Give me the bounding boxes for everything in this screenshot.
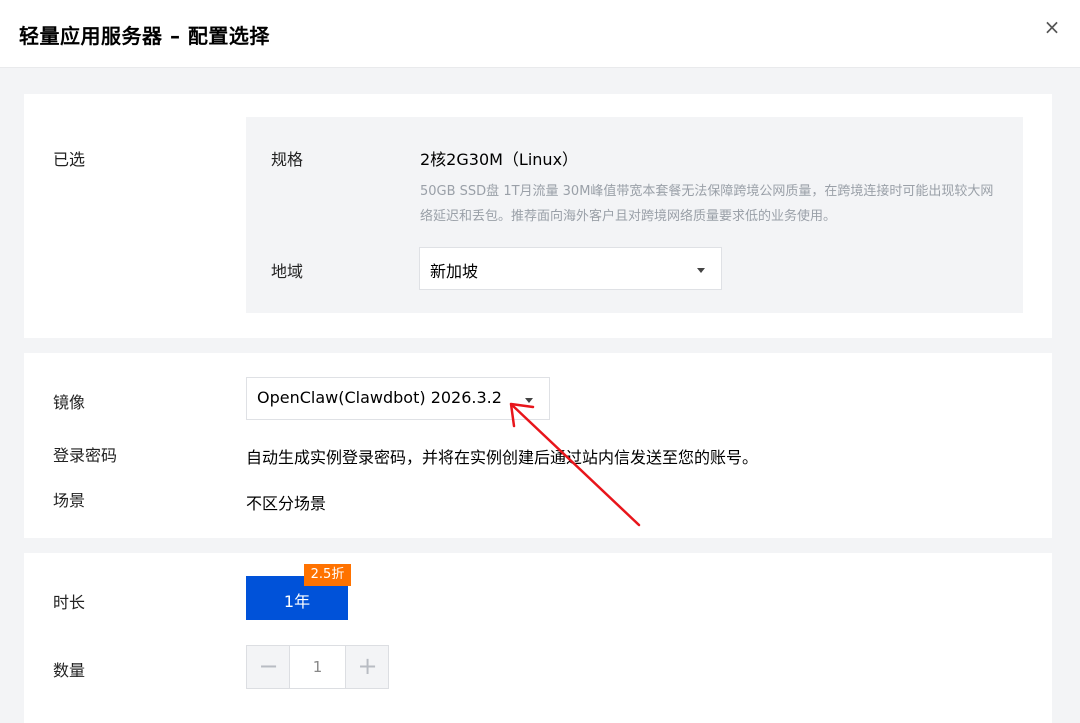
spec-value: 2核2G30M（Linux）: [420, 150, 579, 169]
image-config-card: 镜像 OpenClaw(Clawdbot) 2026.3.2 登录密码 自动生成…: [24, 353, 1052, 538]
selected-label: 已选: [53, 150, 86, 169]
quantity-decrement-button[interactable]: −: [247, 646, 290, 688]
dialog-title: 轻量应用服务器 – 配置选择: [19, 24, 270, 48]
selected-config-card: 已选 规格 2核2G30M（Linux） 50GB SSD盘 1T月流量 30M…: [24, 94, 1052, 338]
region-select[interactable]: 新加坡: [419, 247, 722, 290]
purchase-card: 时长 1年 2.5折 数量 − 1 +: [24, 553, 1052, 723]
close-icon[interactable]: ×: [1040, 14, 1064, 40]
quantity-label: 数量: [53, 661, 86, 680]
scenario-value: 不区分场景: [246, 494, 327, 513]
region-select-value: 新加坡: [430, 262, 479, 281]
caret-down-icon: [697, 268, 705, 273]
plus-icon: +: [357, 652, 378, 680]
quantity-input[interactable]: 1: [290, 646, 345, 688]
region-label: 地域: [271, 262, 304, 281]
image-select-value: OpenClaw(Clawdbot) 2026.3.2: [257, 388, 502, 407]
selected-summary-box: 规格 2核2G30M（Linux） 50GB SSD盘 1T月流量 30M峰值带…: [246, 117, 1023, 313]
password-value: 自动生成实例登录密码，并将在实例创建后通过站内信发送至您的账号。: [246, 448, 759, 467]
image-select[interactable]: OpenClaw(Clawdbot) 2026.3.2: [246, 377, 550, 420]
quantity-stepper: − 1 +: [246, 645, 389, 689]
caret-down-icon: [525, 398, 533, 403]
discount-badge: 2.5折: [304, 564, 351, 586]
spec-label: 规格: [271, 150, 304, 169]
dialog-header: 轻量应用服务器 – 配置选择 ×: [0, 0, 1080, 68]
quantity-increment-button[interactable]: +: [345, 646, 388, 688]
minus-icon: −: [258, 652, 279, 680]
duration-label: 时长: [53, 593, 86, 612]
image-label: 镜像: [53, 393, 86, 412]
spec-description: 50GB SSD盘 1T月流量 30M峰值带宽本套餐无法保障跨境公网质量，在跨境…: [420, 184, 994, 224]
scenario-label: 场景: [53, 491, 86, 510]
duration-option-label: 1年: [283, 592, 311, 611]
password-label: 登录密码: [53, 446, 118, 465]
